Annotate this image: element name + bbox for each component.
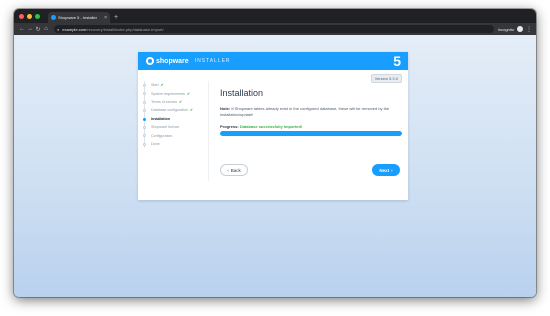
progress-status: Progress: Database successfully imported… xyxy=(220,124,402,129)
kebab-menu-icon[interactable]: ⋮ xyxy=(526,26,532,33)
navigation-buttons: ‹ Back Next › xyxy=(220,164,400,178)
check-icon: ✔ xyxy=(160,83,164,88)
page-title: Installation xyxy=(220,88,264,98)
note-text: If Shopware tables already exist in the … xyxy=(220,106,390,117)
next-button-label: Next xyxy=(379,167,390,173)
chevron-right-icon: › xyxy=(391,167,393,173)
chevron-left-icon: ‹ xyxy=(227,167,229,173)
minimize-window-button[interactable] xyxy=(27,13,32,19)
tab-bar: Shopware 5 - Installer × + xyxy=(14,9,536,23)
step-label: Database configuration xyxy=(151,108,188,113)
new-tab-button[interactable]: + xyxy=(114,12,118,23)
maximize-window-button[interactable] xyxy=(35,13,40,19)
check-icon: ✔ xyxy=(186,91,190,96)
step-label: Terms of service xyxy=(151,99,178,104)
forward-arrow-icon[interactable]: → xyxy=(26,26,34,32)
step-installation: Installation xyxy=(143,114,206,123)
step-system-requirements: System requirements ✔ xyxy=(143,89,206,98)
warning-note: Note: If Shopware tables already exist i… xyxy=(220,106,402,117)
step-label: Shopware licence xyxy=(151,125,180,130)
installer-header: shopware INSTALLER 5 xyxy=(138,52,408,70)
step-database-configuration: Database configuration ✔ xyxy=(143,106,206,115)
step-shopware-licence: Shopware licence xyxy=(143,122,206,132)
tab-close-icon[interactable]: × xyxy=(104,15,107,21)
back-button[interactable]: ‹ Back xyxy=(220,164,248,176)
version-badge: Version 5.3.0 xyxy=(370,74,402,83)
window-controls xyxy=(14,13,40,19)
page-viewport: shopware INSTALLER 5 Version 5.3.0 Start… xyxy=(14,35,536,297)
step-done: Done xyxy=(143,139,206,149)
close-window-button[interactable] xyxy=(19,13,24,19)
step-label: Done xyxy=(151,141,160,146)
step-label: System requirements xyxy=(151,91,185,96)
browser-window: Shopware 5 - Installer × + ← → ↻ ⌂ ● exa… xyxy=(14,9,536,297)
sidebar-divider xyxy=(208,81,209,181)
shopware-logo: shopware xyxy=(146,57,189,65)
step-label: Start xyxy=(151,83,159,88)
step-terms-of-service: Terms of service ✔ xyxy=(143,97,206,107)
installer-card: shopware INSTALLER 5 Version 5.3.0 Start… xyxy=(138,52,408,200)
progress-bar-fill xyxy=(220,131,402,136)
next-button[interactable]: Next › xyxy=(372,164,400,176)
logo-text: shopware xyxy=(156,57,189,65)
home-icon[interactable]: ⌂ xyxy=(42,26,50,32)
address-bar[interactable]: ● example.com /recovery/install/index.ph… xyxy=(54,25,494,33)
shopware-favicon-icon xyxy=(51,15,56,20)
installer-label: INSTALLER xyxy=(194,58,231,64)
url-host: example.com xyxy=(62,26,87,32)
note-label: Note: xyxy=(220,106,231,111)
check-icon: ✔ xyxy=(189,108,193,113)
incognito-avatar-icon xyxy=(517,26,523,32)
progress-bar xyxy=(220,131,402,136)
browser-toolbar: ← → ↻ ⌂ ● example.com /recovery/install/… xyxy=(14,23,536,35)
back-arrow-icon[interactable]: ← xyxy=(18,26,26,32)
shopware-logo-icon xyxy=(146,57,154,65)
progress-label: Progress: xyxy=(220,124,239,129)
lock-icon: ● xyxy=(57,26,60,32)
incognito-label: Incognito xyxy=(497,26,514,32)
step-list: Start ✔ System requirements ✔ Terms of ser… xyxy=(143,81,206,149)
tab-title: Shopware 5 - Installer xyxy=(58,15,97,20)
browser-tab[interactable]: Shopware 5 - Installer × xyxy=(48,12,110,23)
url-path: /recovery/install/index.php/database-imp… xyxy=(86,26,164,32)
step-configuration: Configuration xyxy=(143,131,206,140)
progress-status-text: Database successfully imported! xyxy=(239,124,303,129)
reload-icon[interactable]: ↻ xyxy=(34,26,42,33)
step-label: Configuration xyxy=(151,133,173,138)
step-label: Installation xyxy=(151,116,170,121)
version-number: 5 xyxy=(393,53,401,69)
check-icon: ✔ xyxy=(179,99,183,104)
step-start: Start ✔ xyxy=(143,81,206,90)
incognito-indicator[interactable]: Incognito ⋮ xyxy=(498,26,532,33)
installer-content: Installation Note: If Shopware tables al… xyxy=(220,88,402,176)
back-button-label: Back xyxy=(230,167,241,173)
